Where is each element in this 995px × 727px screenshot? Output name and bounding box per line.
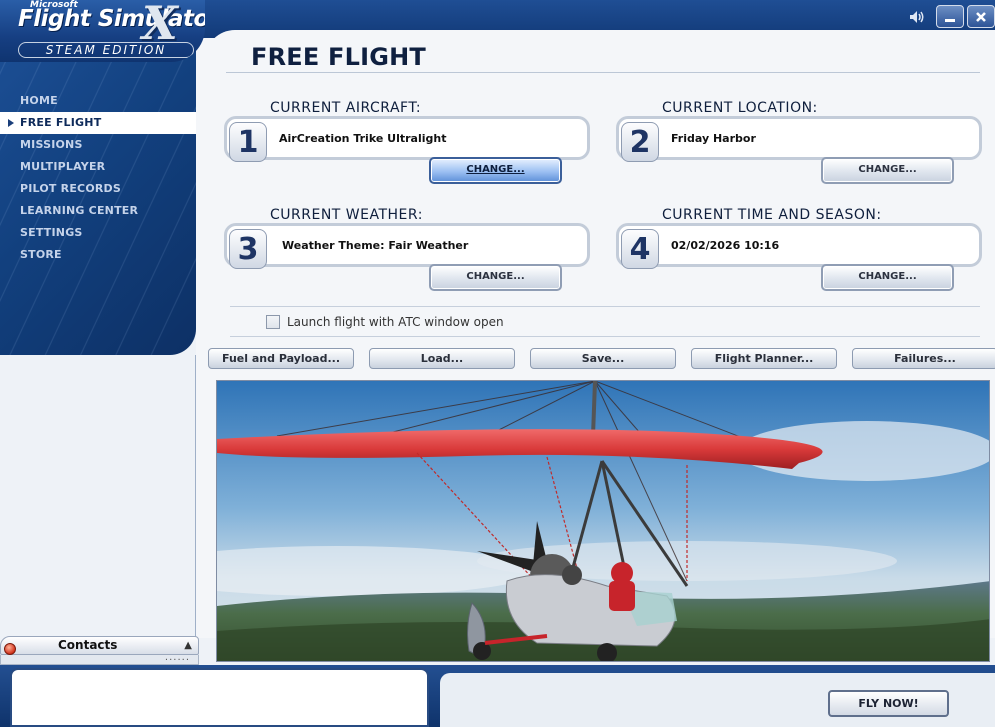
- sidebar-lower-panel: [0, 355, 196, 637]
- window-controls: [907, 5, 995, 28]
- fuel-payload-button[interactable]: Fuel and Payload...: [208, 348, 354, 369]
- aircraft-value: AirCreation Trike Ultralight: [279, 132, 447, 145]
- divider: [226, 72, 980, 73]
- change-aircraft-button[interactable]: CHANGE...: [429, 157, 562, 184]
- step-number: 4: [621, 229, 659, 269]
- step-number: 2: [621, 122, 659, 162]
- close-icon: [976, 11, 986, 22]
- aircraft-preview-image: [216, 380, 990, 662]
- nav-item-learning-center[interactable]: LEARNING CENTER: [0, 200, 196, 222]
- divider: [230, 306, 980, 307]
- nav-item-store[interactable]: STORE: [0, 244, 196, 266]
- close-button[interactable]: [967, 5, 995, 28]
- grip-icon: ......: [164, 652, 190, 663]
- step-number: 1: [229, 122, 267, 162]
- contacts-label: Contacts: [58, 638, 118, 652]
- status-icon: [4, 643, 16, 655]
- weather-value: Weather Theme: Fair Weather: [282, 239, 469, 252]
- nav-item-settings[interactable]: SETTINGS: [0, 222, 196, 244]
- aircraft-label: CURRENT AIRCRAFT:: [270, 100, 426, 116]
- aircraft-illustration: [217, 381, 989, 661]
- change-aircraft-label: CHANGE...: [466, 164, 525, 175]
- contacts-panel: Contacts ▲ ......: [0, 636, 199, 666]
- sidebar: HOME FREE FLIGHT MISSIONS MULTIPLAYER PI…: [0, 38, 196, 355]
- chat-panel[interactable]: [10, 668, 429, 727]
- change-weather-button[interactable]: CHANGE...: [429, 264, 562, 291]
- time-label: CURRENT TIME AND SEASON:: [662, 207, 886, 223]
- weather-section: 3 CURRENT WEATHER: Weather Theme: Fair W…: [224, 207, 590, 293]
- load-button[interactable]: Load...: [369, 348, 515, 369]
- location-section: 2 CURRENT LOCATION: Friday Harbor CHANGE…: [616, 100, 982, 186]
- atc-option: Launch flight with ATC window open: [266, 315, 504, 329]
- page-title: FREE FLIGHT: [251, 43, 426, 71]
- speaker-icon[interactable]: [907, 7, 927, 27]
- time-section: 4 CURRENT TIME AND SEASON: 02/02/2026 10…: [616, 207, 982, 293]
- location-label: CURRENT LOCATION:: [662, 100, 822, 116]
- aircraft-section: 1 CURRENT AIRCRAFT: AirCreation Trike Ul…: [224, 100, 590, 186]
- atc-checkbox[interactable]: [266, 315, 280, 329]
- time-value: 02/02/2026 10:16: [671, 239, 780, 252]
- change-time-button[interactable]: CHANGE...: [821, 264, 954, 291]
- main-nav: HOME FREE FLIGHT MISSIONS MULTIPLAYER PI…: [0, 90, 196, 266]
- fly-now-button[interactable]: FLY NOW!: [828, 690, 949, 717]
- nav-item-free-flight[interactable]: FREE FLIGHT: [0, 112, 196, 134]
- flight-planner-button[interactable]: Flight Planner...: [691, 348, 837, 369]
- contacts-grip[interactable]: ......: [0, 652, 199, 665]
- step-number: 3: [229, 229, 267, 269]
- nav-item-missions[interactable]: MISSIONS: [0, 134, 196, 156]
- nav-item-pilot-records[interactable]: PILOT RECORDS: [0, 178, 196, 200]
- nav-item-multiplayer[interactable]: MULTIPLAYER: [0, 156, 196, 178]
- weather-label: CURRENT WEATHER:: [270, 207, 427, 223]
- failures-button[interactable]: Failures...: [852, 348, 995, 369]
- minimize-button[interactable]: [936, 5, 964, 28]
- app-logo: Microsoft Flight Simulator X STEAM EDITI…: [0, 0, 205, 62]
- divider: [230, 336, 980, 337]
- location-value: Friday Harbor: [671, 132, 756, 145]
- action-bar: Fuel and Payload... Load... Save... Flig…: [208, 348, 995, 369]
- chevron-up-icon[interactable]: ▲: [184, 640, 192, 651]
- minimize-icon: [945, 18, 955, 22]
- nav-item-home[interactable]: HOME: [0, 90, 196, 112]
- change-location-button[interactable]: CHANGE...: [821, 157, 954, 184]
- save-button[interactable]: Save...: [530, 348, 676, 369]
- logo-edition: STEAM EDITION: [18, 42, 194, 58]
- atc-label[interactable]: Launch flight with ATC window open: [287, 315, 504, 329]
